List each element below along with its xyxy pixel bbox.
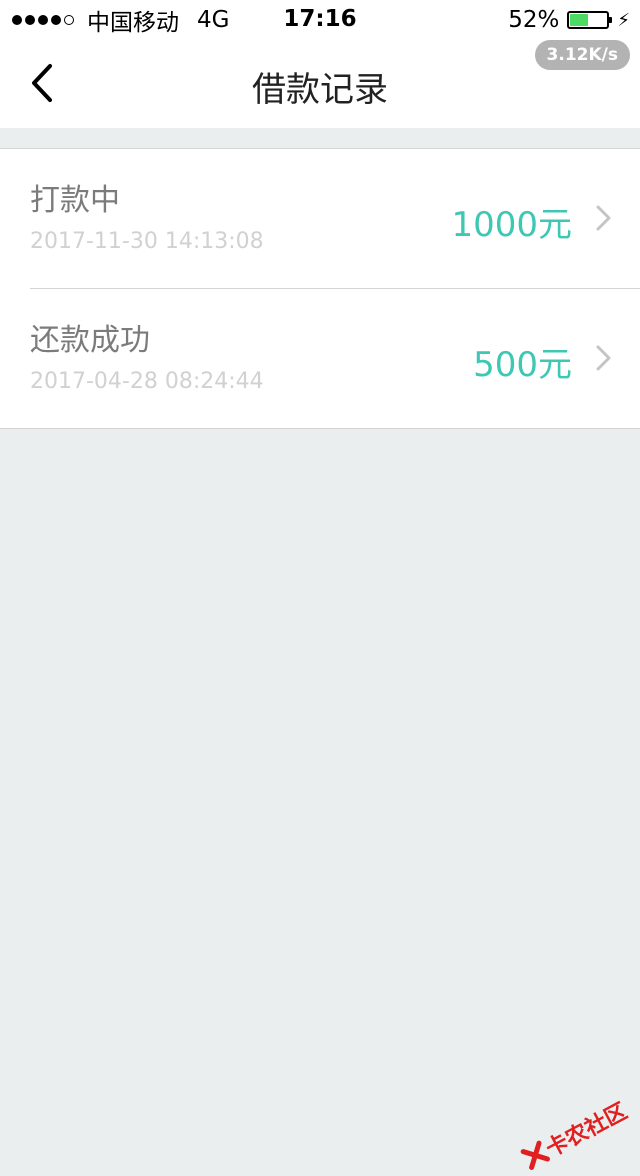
loan-record-list: 打款中 2017-11-30 14:13:08 1000元 还款成功 2017-…: [0, 148, 640, 429]
watermark-text: 卡农社区: [542, 1099, 632, 1163]
loan-record-content: 还款成功 2017-04-28 08:24:44 500元: [0, 289, 640, 428]
page-title: 借款记录: [252, 70, 388, 110]
charging-bolt-icon: ⚡: [617, 9, 630, 31]
status-bar: 中国移动 4G 17:16 52% ⚡: [0, 0, 640, 40]
record-status: 还款成功: [30, 323, 150, 358]
watermark: 卡农社区: [516, 1094, 632, 1176]
battery-icon: [567, 11, 613, 29]
header-area: 中国移动 4G 17:16 52% ⚡ 3.12K/s 借款记录: [0, 0, 640, 128]
battery-percent: 52%: [508, 7, 560, 33]
battery-tip: [609, 17, 613, 23]
loan-record-row[interactable]: 打款中 2017-11-30 14:13:08 1000元: [0, 149, 640, 288]
loan-record-content: 打款中 2017-11-30 14:13:08 1000元: [0, 149, 640, 288]
record-amount: 500元: [473, 345, 572, 385]
loan-record-row[interactable]: 还款成功 2017-04-28 08:24:44 500元: [30, 288, 640, 428]
record-time: 2017-11-30 14:13:08: [30, 229, 264, 254]
record-amount: 1000元: [451, 205, 572, 245]
chevron-right-icon: [596, 205, 611, 231]
status-right: 52% ⚡: [508, 6, 630, 34]
record-time: 2017-04-28 08:24:44: [30, 369, 264, 394]
record-status: 打款中: [30, 183, 120, 218]
battery-level-fill: [570, 14, 589, 26]
chevron-right-icon: [596, 345, 611, 371]
